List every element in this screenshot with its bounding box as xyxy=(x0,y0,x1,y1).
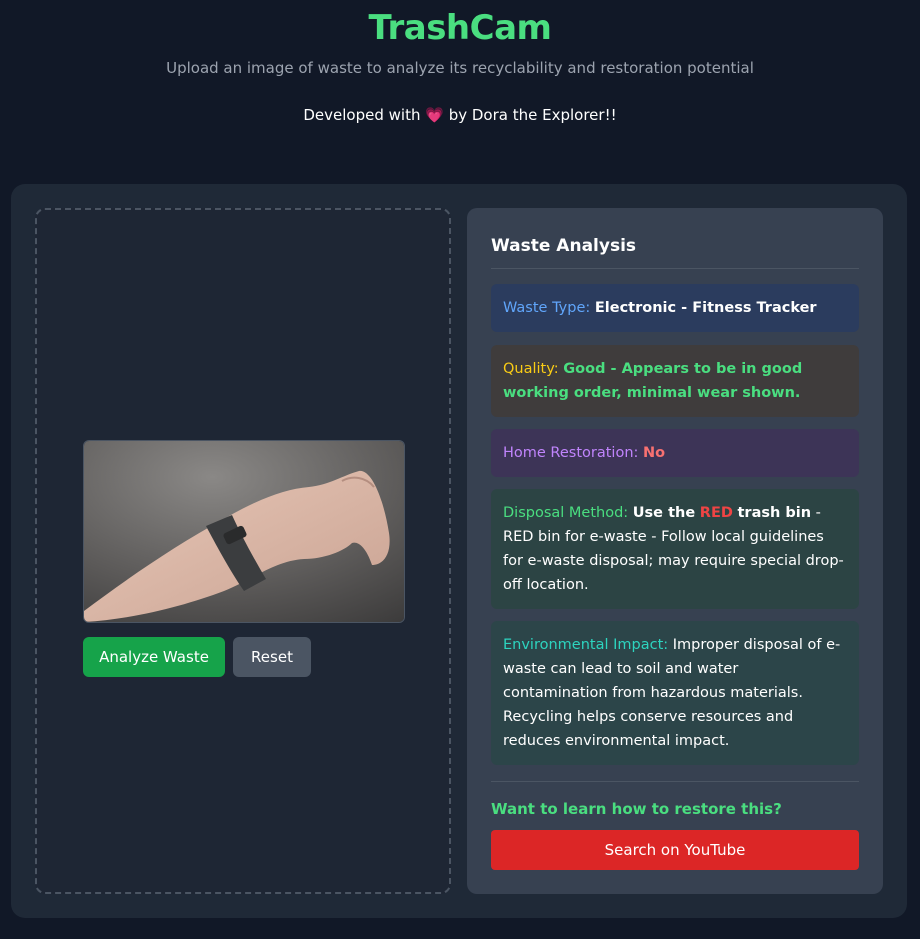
disposal-prefix: Use the xyxy=(632,505,696,521)
waste-type-value: Electronic - Fitness Tracker xyxy=(594,300,817,316)
search-youtube-button[interactable]: Search on YouTube xyxy=(491,830,859,870)
environmental-label: Environmental Impact: xyxy=(503,637,669,653)
environmental-value: Improper disposal of e-waste can lead to… xyxy=(503,637,841,749)
reset-button[interactable]: Reset xyxy=(233,637,311,677)
credit-suffix: by Dora the Explorer!! xyxy=(448,106,617,124)
waste-type-label: Waste Type: xyxy=(503,300,591,316)
waste-type-box: Waste Type: Electronic - Fitness Tracker xyxy=(491,284,859,332)
upload-dropzone[interactable]: Analyze Waste Reset xyxy=(35,208,451,894)
footer-divider xyxy=(491,781,859,782)
credit-prefix: Developed with xyxy=(303,106,421,124)
heart-icon: 💗 xyxy=(425,106,444,124)
home-restoration-label: Home Restoration: xyxy=(503,445,639,461)
disposal-bin-color: RED xyxy=(699,505,733,521)
waste-analysis-panel: Waste Analysis Waste Type: Electronic - … xyxy=(467,208,883,894)
disposal-label: Disposal Method: xyxy=(503,505,629,521)
learn-restore-prompt: Want to learn how to restore this? xyxy=(491,800,782,818)
analysis-title: Waste Analysis xyxy=(491,236,637,256)
quality-box: Quality: Good - Appears to be in good wo… xyxy=(491,345,859,417)
home-restoration-box: Home Restoration: No xyxy=(491,429,859,477)
disposal-method-box: Disposal Method: Use the RED trash bin -… xyxy=(491,489,859,609)
analyze-waste-button[interactable]: Analyze Waste xyxy=(83,637,225,677)
title-divider xyxy=(491,268,859,269)
main-card: Analyze Waste Reset Waste Analysis Waste… xyxy=(11,184,907,918)
fitness-tracker-photo xyxy=(84,441,404,622)
page-title: TrashCam xyxy=(368,8,552,48)
environmental-impact-box: Environmental Impact: Improper disposal … xyxy=(491,621,859,765)
disposal-suffix: trash bin xyxy=(737,505,812,521)
page-subtitle: Upload an image of waste to analyze its … xyxy=(166,59,754,77)
uploaded-image-preview xyxy=(83,440,405,623)
home-restoration-value: No xyxy=(643,445,666,461)
credit-line: Developed with 💗 by Dora the Explorer!! xyxy=(0,106,920,124)
quality-label: Quality: xyxy=(503,361,559,377)
